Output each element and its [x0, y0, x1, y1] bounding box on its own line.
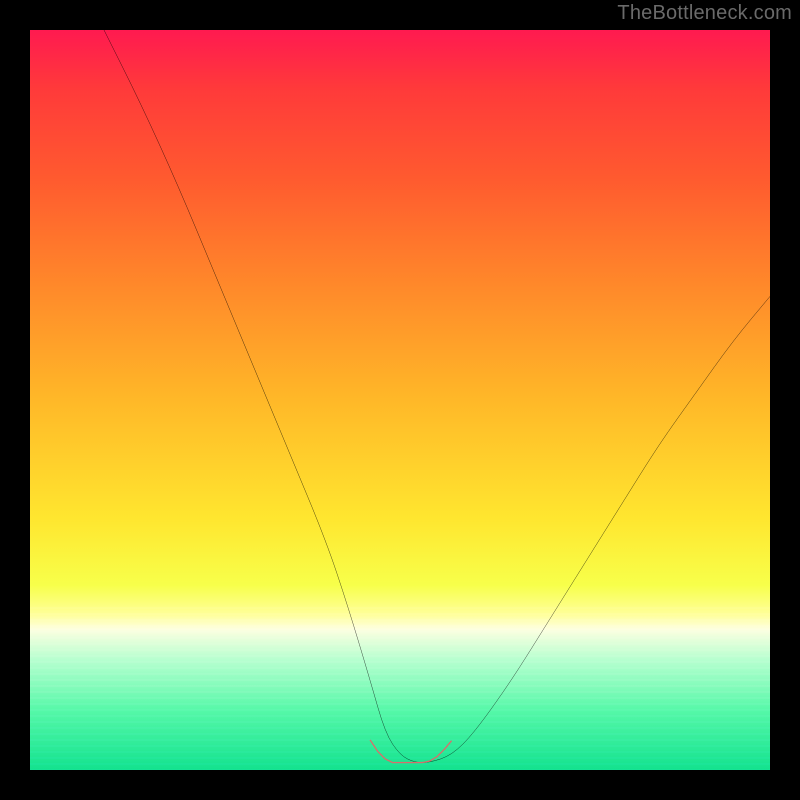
watermark-label: TheBottleneck.com	[617, 2, 792, 25]
curve-svg	[30, 30, 770, 770]
plot-area	[30, 30, 770, 770]
chart-frame: TheBottleneck.com	[0, 0, 800, 800]
bottleneck-curve-path	[104, 30, 770, 763]
